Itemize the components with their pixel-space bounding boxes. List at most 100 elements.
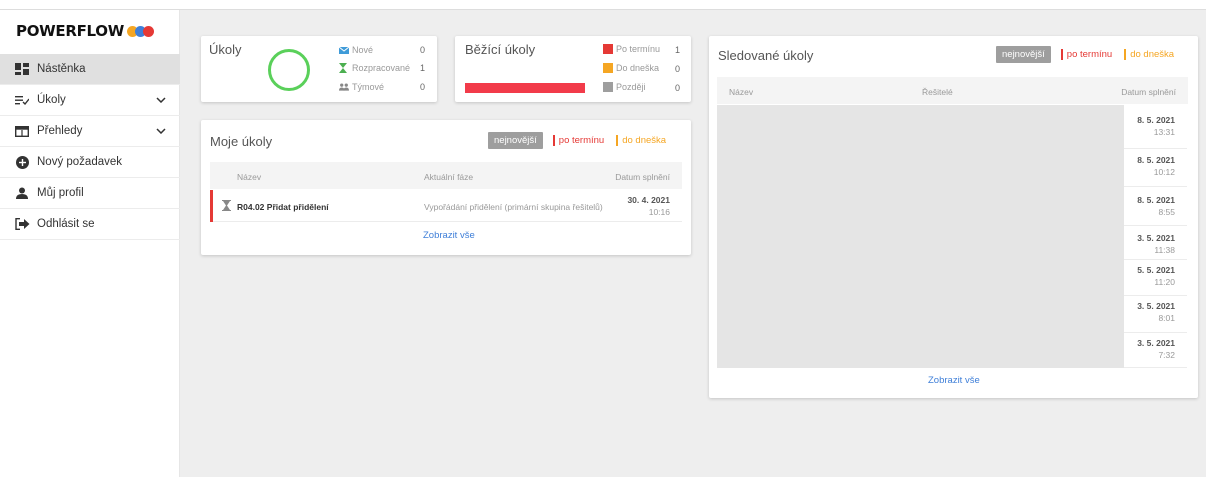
dashboard-icon — [14, 63, 30, 75]
logo-dot-red — [142, 25, 154, 37]
filter-overdue-button[interactable]: po termínu — [1061, 49, 1112, 60]
card-title: Úkoly — [209, 42, 242, 57]
table-row[interactable]: R04.02 Přidat přidělení Vypořádání přidě… — [210, 190, 682, 222]
logo-dots — [126, 25, 154, 37]
due-date: 8. 5. 2021 — [1137, 195, 1175, 205]
team-icon — [339, 83, 349, 91]
stat-label: Rozpracované — [352, 63, 411, 73]
filter-newest-button[interactable]: nejnovější — [996, 46, 1051, 63]
logo-text: POWERFLOW — [16, 22, 124, 40]
filter-today-button[interactable]: do dneška — [616, 135, 666, 146]
column-header-name[interactable]: Název — [237, 172, 261, 182]
today-square-icon — [603, 63, 613, 73]
sidebar-item-label: Nástěnka — [37, 63, 86, 75]
table-row[interactable]: 3. 5. 2021 7:32 — [1124, 333, 1187, 368]
due-date-cell: 8. 5. 2021 10:12 — [1137, 155, 1175, 177]
my-tasks-card: Moje úkoly nejnovější po termínu do dneš… — [201, 120, 691, 255]
filter-overdue-button[interactable]: po termínu — [553, 135, 604, 146]
table-row[interactable]: 8. 5. 2021 8:55 — [1124, 187, 1187, 226]
top-bar — [0, 0, 1206, 10]
sidebar-item-label: Úkoly — [37, 94, 66, 106]
due-date: 8. 5. 2021 — [1137, 115, 1175, 125]
chevron-down-icon[interactable] — [156, 94, 166, 106]
envelope-icon — [339, 46, 349, 54]
stat-label: Po termínu — [616, 44, 661, 54]
table-row[interactable]: 3. 5. 2021 11:38 — [1124, 226, 1187, 260]
due-time: 11:38 — [1154, 245, 1175, 255]
due-date-cell: 3. 5. 2021 8:01 — [1137, 301, 1175, 323]
sidebar-item-nastenka[interactable]: Nástěnka — [0, 54, 180, 85]
column-header-phase[interactable]: Aktuální fáze — [424, 172, 473, 182]
tasks-list-icon — [14, 95, 30, 105]
later-square-icon — [603, 82, 613, 92]
overdue-marker — [210, 190, 213, 222]
task-name[interactable]: R04.02 Přidat přidělení — [237, 202, 329, 212]
stat-overdue[interactable]: Po termínu — [603, 44, 660, 54]
sidebar-item-ukoly[interactable]: Úkoly — [0, 85, 180, 116]
table-row[interactable]: 8. 5. 2021 13:31 — [1124, 107, 1187, 149]
stat-label: Později — [616, 82, 646, 92]
plus-circle-icon — [14, 155, 30, 169]
running-tasks-card: Běžící úkoly Po termínu 1 Do dneška 0 Po… — [455, 36, 691, 102]
stat-due-today[interactable]: Do dneška — [603, 63, 659, 73]
table-header: Název Řešitelé Datum splnění — [717, 77, 1188, 104]
sidebar-item-muj-profil[interactable]: Můj profil — [0, 178, 180, 209]
user-icon — [14, 187, 30, 199]
stat-new[interactable]: Nové — [339, 45, 373, 55]
table-body-placeholder — [717, 105, 1124, 368]
sidebar: POWERFLOW Nástěnka Úkoly Přehledy Nový p… — [0, 10, 180, 477]
column-header-name[interactable]: Název — [729, 87, 753, 97]
logout-icon — [14, 218, 30, 230]
sidebar-item-prehledy[interactable]: Přehledy — [0, 116, 180, 147]
table-header: Název Aktuální fáze Datum splnění — [210, 162, 682, 189]
column-header-due[interactable]: Datum splnění — [1121, 87, 1176, 97]
progress-ring — [268, 49, 310, 91]
filter-newest-button[interactable]: nejnovější — [488, 132, 543, 149]
stat-value: 0 — [420, 82, 426, 92]
due-date-cell: 30. 4. 2021 10:16 — [627, 195, 670, 217]
sidebar-item-odhlasit-se[interactable]: Odhlásit se — [0, 209, 180, 240]
stat-value: 0 — [675, 83, 681, 93]
stat-value: 1 — [675, 45, 681, 55]
show-all-link[interactable]: Zobrazit vše — [928, 375, 980, 386]
logo[interactable]: POWERFLOW — [16, 22, 154, 40]
filter-bar: nejnovější po termínu do dneška — [996, 46, 1174, 63]
table-row[interactable]: 3. 5. 2021 8:01 — [1124, 296, 1187, 333]
sidebar-item-novy-pozadavek[interactable]: Nový požadavek — [0, 147, 180, 178]
stat-in-progress[interactable]: Rozpracované — [339, 63, 410, 73]
due-date: 3. 5. 2021 — [1137, 301, 1175, 311]
column-header-solvers[interactable]: Řešitelé — [922, 87, 953, 97]
overdue-square-icon — [603, 44, 613, 54]
card-title: Běžící úkoly — [465, 42, 536, 57]
due-date-cell: 3. 5. 2021 7:32 — [1137, 338, 1175, 360]
stat-value: 0 — [675, 64, 681, 74]
due-time: 13:31 — [1153, 127, 1175, 137]
filter-bar: nejnovější po termínu do dneška — [488, 132, 666, 149]
due-date-cell: 8. 5. 2021 8:55 — [1137, 195, 1175, 217]
chevron-down-icon[interactable] — [156, 125, 166, 137]
table-row[interactable]: 5. 5. 2021 11:20 — [1124, 260, 1187, 296]
due-date: 30. 4. 2021 — [627, 195, 670, 205]
column-header-due[interactable]: Datum splnění — [615, 172, 670, 182]
due-date-cell: 5. 5. 2021 11:20 — [1137, 265, 1175, 287]
due-date: 3. 5. 2021 — [1137, 338, 1175, 348]
show-all-link[interactable]: Zobrazit vše — [423, 230, 475, 241]
stat-later[interactable]: Později — [603, 82, 646, 92]
due-date-cell: 8. 5. 2021 13:31 — [1137, 115, 1175, 137]
sidebar-item-label: Můj profil — [37, 187, 84, 199]
sidebar-nav: Nástěnka Úkoly Přehledy Nový požadavek M… — [0, 54, 180, 240]
stat-team[interactable]: Týmové — [339, 82, 384, 92]
filter-today-button[interactable]: do dneška — [1124, 49, 1174, 60]
due-time: 10:12 — [1153, 167, 1175, 177]
table-row[interactable]: 8. 5. 2021 10:12 — [1124, 149, 1187, 187]
overdue-progress-fill — [465, 83, 585, 93]
due-time: 7:32 — [1158, 350, 1175, 360]
stat-label: Týmové — [352, 82, 385, 92]
hourglass-icon — [339, 63, 349, 73]
due-time: 8:55 — [1158, 207, 1175, 217]
due-time: 10:16 — [648, 207, 670, 217]
tasks-summary-card: Úkoly Nové 0 Rozpracované 1 Týmové 0 — [201, 36, 437, 102]
hourglass-icon — [222, 200, 231, 214]
stat-label: Nové — [352, 45, 374, 55]
due-time: 8:01 — [1158, 313, 1175, 323]
